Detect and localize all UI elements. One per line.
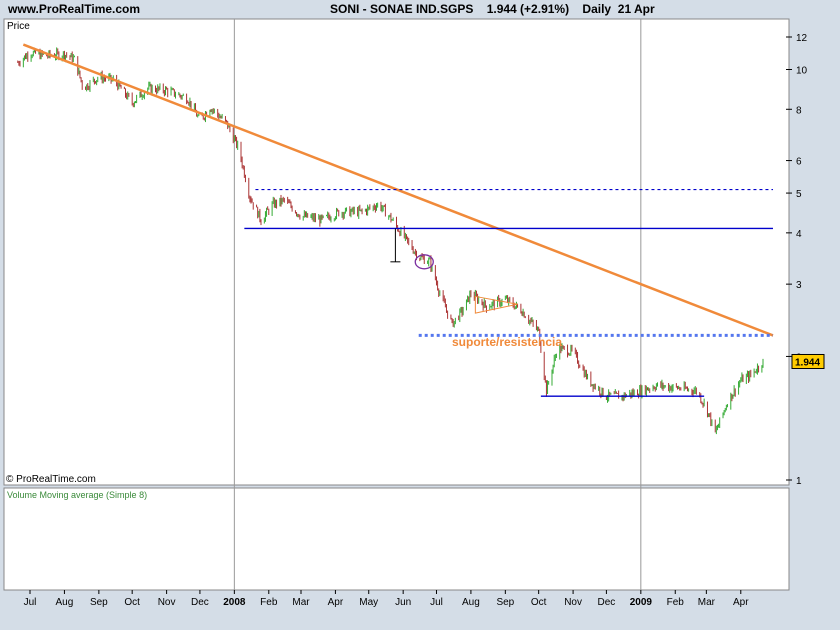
x-tick-label: Nov	[158, 597, 176, 608]
price-chart[interactable]: Price © ProRealTime.com Volume Moving av…	[0, 0, 840, 630]
price-panel	[3, 18, 790, 486]
x-tick-label: Dec	[191, 597, 209, 608]
x-tick-label: Mar	[292, 597, 310, 608]
y-tick-label: 3	[796, 280, 802, 291]
x-tick-label: Jul	[430, 597, 443, 608]
last-price-value: 1.944	[795, 357, 820, 368]
x-tick-label: Feb	[260, 597, 278, 608]
y-tick-label: 10	[796, 66, 808, 77]
x-tick-label: Oct	[531, 597, 547, 608]
x-tick-label: Nov	[564, 597, 582, 608]
x-tick-label: Sep	[90, 597, 108, 608]
x-tick-label: Jun	[395, 597, 411, 608]
x-tick-label: Aug	[462, 597, 480, 608]
x-tick-label: Apr	[328, 597, 344, 608]
x-tick-label: Dec	[598, 597, 616, 608]
y-tick-label: 12	[796, 33, 808, 44]
last-price-badge: 1.944	[791, 353, 825, 369]
volume-panel	[3, 487, 790, 591]
y-tick-label: 5	[796, 189, 802, 200]
x-tick-label: Apr	[733, 597, 749, 608]
x-tick-label: May	[359, 597, 378, 608]
volume-panel-label: Volume Moving average (Simple 8)	[7, 490, 147, 500]
copyright-label: © ProRealTime.com	[6, 474, 96, 485]
x-tick-label: Mar	[698, 597, 716, 608]
x-tick-label: 2009	[630, 597, 653, 608]
x-tick-label: 2008	[223, 597, 246, 608]
x-tick-label: Jul	[24, 597, 37, 608]
x-tick-label: Sep	[496, 597, 514, 608]
x-tick-label: Aug	[56, 597, 74, 608]
y-tick-label: 4	[796, 229, 802, 240]
price-panel-label: Price	[7, 21, 30, 32]
support-resistance-label: suporte/resistencia	[452, 335, 562, 349]
x-tick-label: Feb	[667, 597, 685, 608]
y-tick-label: 1	[796, 476, 802, 487]
y-tick-label: 6	[796, 157, 802, 168]
x-tick-label: Oct	[124, 597, 140, 608]
y-tick-label: 8	[796, 105, 802, 116]
